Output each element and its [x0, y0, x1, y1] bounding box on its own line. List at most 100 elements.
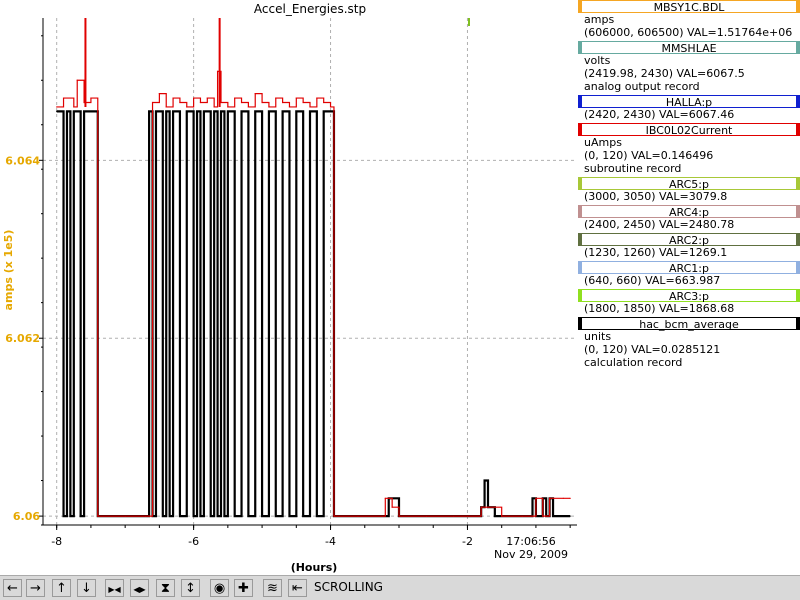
autoscale-button[interactable]: ≋ — [263, 579, 282, 597]
data-point — [93, 110, 95, 112]
data-point — [268, 106, 270, 108]
legend-detail: amps — [584, 13, 615, 26]
x-tick-label: -6 — [188, 535, 199, 548]
legend-detail: subroutine record — [584, 162, 682, 175]
data-point — [275, 515, 277, 517]
data-point — [295, 110, 297, 112]
data-point — [497, 515, 499, 517]
zoom-in-vertical-button[interactable]: ⧗ — [156, 579, 175, 597]
zoom-out-vertical-button[interactable]: ↕ — [181, 579, 200, 597]
legend-item-HALLA:p[interactable]: HALLA:p — [578, 95, 800, 109]
arrow-down-button[interactable]: ↓ — [77, 579, 96, 597]
arrow-left-button[interactable]: ← — [3, 579, 22, 597]
arrow-up-button[interactable]: ↑ — [52, 579, 71, 597]
zoom-out-horizontal-icon: ◀▶ — [133, 585, 146, 594]
data-point — [425, 515, 427, 517]
data-point — [254, 110, 256, 112]
data-point — [175, 110, 178, 112]
legend-detail: (1800, 1850) VAL=1868.68 — [584, 302, 735, 315]
data-point — [394, 497, 397, 499]
legend-detail: units — [584, 330, 612, 343]
legend-item-ARC2:p[interactable]: ARC2:p — [578, 233, 800, 247]
scroll-back-button[interactable]: ⇤ — [288, 579, 307, 597]
data-point — [227, 110, 229, 112]
data-point — [186, 106, 188, 108]
data-point — [240, 101, 243, 104]
legend-item-ARC3:p[interactable]: ARC3:p — [578, 289, 800, 303]
arrow-left-icon: ← — [7, 581, 18, 596]
data-point — [391, 506, 393, 508]
data-point — [206, 110, 208, 112]
data-point — [240, 110, 243, 112]
legend-detail: (640, 660) VAL=663.987 — [584, 274, 721, 287]
zoom-out-horizontal-button[interactable]: ◀▶ — [130, 579, 149, 597]
zoom-in-horizontal-button[interactable]: ▶◀ — [105, 579, 124, 597]
data-point — [216, 515, 219, 517]
data-point — [302, 515, 304, 517]
data-point — [501, 515, 503, 517]
zoom-out-vertical-icon: ↕ — [185, 581, 196, 596]
data-point — [90, 110, 92, 112]
data-point — [316, 515, 318, 517]
scroll-back-icon: ⇤ — [292, 581, 303, 596]
legend-item-MMSHLAE[interactable]: MMSHLAE — [578, 41, 800, 55]
data-point — [562, 515, 564, 517]
data-point — [66, 110, 68, 112]
x-axis-label: (Hours) — [291, 561, 338, 574]
data-point — [172, 97, 174, 99]
y-tick-label: 6.064 — [5, 154, 40, 167]
zoom-in-horizontal-icon: ▶◀ — [108, 585, 121, 594]
data-point — [234, 97, 236, 99]
scrolling-status: SCROLLING — [314, 580, 383, 594]
data-point — [282, 110, 284, 112]
legend-item-IBC0L02Current[interactable]: IBC0L02Current — [578, 123, 800, 137]
data-point — [76, 79, 78, 81]
data-point — [261, 101, 263, 104]
data-point — [213, 110, 215, 112]
data-point — [213, 106, 215, 108]
record-icon: ◉ — [213, 581, 226, 596]
data-point — [203, 110, 205, 112]
data-point — [158, 93, 160, 95]
data-point — [151, 101, 154, 104]
data-point — [165, 106, 167, 108]
data-point — [302, 101, 304, 104]
legend-item-hac_bcm_average[interactable]: hac_bcm_average — [578, 317, 800, 331]
legend-item-ARC5:p[interactable]: ARC5:p — [578, 177, 800, 191]
legend-detail: analog output record — [584, 80, 700, 93]
zoom-in-vertical-icon: ⧗ — [160, 581, 171, 596]
add-button[interactable]: ✚ — [234, 579, 253, 597]
data-point — [76, 110, 78, 112]
data-point — [261, 515, 263, 517]
timestamp-time: 17:06:56 — [506, 535, 555, 548]
data-point — [62, 515, 65, 517]
data-point — [155, 110, 157, 112]
x-tick-label: -4 — [325, 535, 336, 548]
data-point — [329, 110, 332, 112]
y-tick-label: 6.06 — [13, 510, 40, 523]
data-point — [275, 97, 277, 99]
record-button[interactable]: ◉ — [210, 579, 229, 597]
data-point — [295, 97, 297, 99]
data-point — [384, 497, 386, 499]
data-point — [398, 515, 400, 517]
data-point — [562, 497, 564, 499]
data-point — [69, 515, 71, 517]
data-point — [158, 110, 160, 112]
arrow-right-button[interactable]: → — [26, 579, 45, 597]
data-point — [552, 515, 554, 517]
legend-item-MBSY1C.BDL[interactable]: MBSY1C.BDL — [578, 0, 800, 14]
data-point — [288, 106, 291, 108]
legend-panel: MBSY1C.BDL amps (606000, 606500) VAL=1.517… — [578, 0, 800, 575]
chart[interactable]: 6.06 6.062 6.064 -8 -6 -4 -2 amps (x 1e5) (Hou… — [0, 0, 578, 575]
data-point — [309, 106, 311, 108]
legend-item-ARC4:p[interactable]: ARC4:p — [578, 205, 800, 219]
series-line-MBSY1C.BDL — [56, 110, 571, 518]
legend-item-ARC1:p[interactable]: ARC1:p — [578, 261, 800, 275]
data-point — [165, 110, 167, 112]
x-tick-label: -8 — [51, 535, 62, 548]
data-point — [56, 106, 58, 108]
legend-detail: (2400, 2450) VAL=2480.78 — [584, 218, 735, 231]
data-point — [59, 110, 61, 112]
data-point — [494, 515, 496, 517]
